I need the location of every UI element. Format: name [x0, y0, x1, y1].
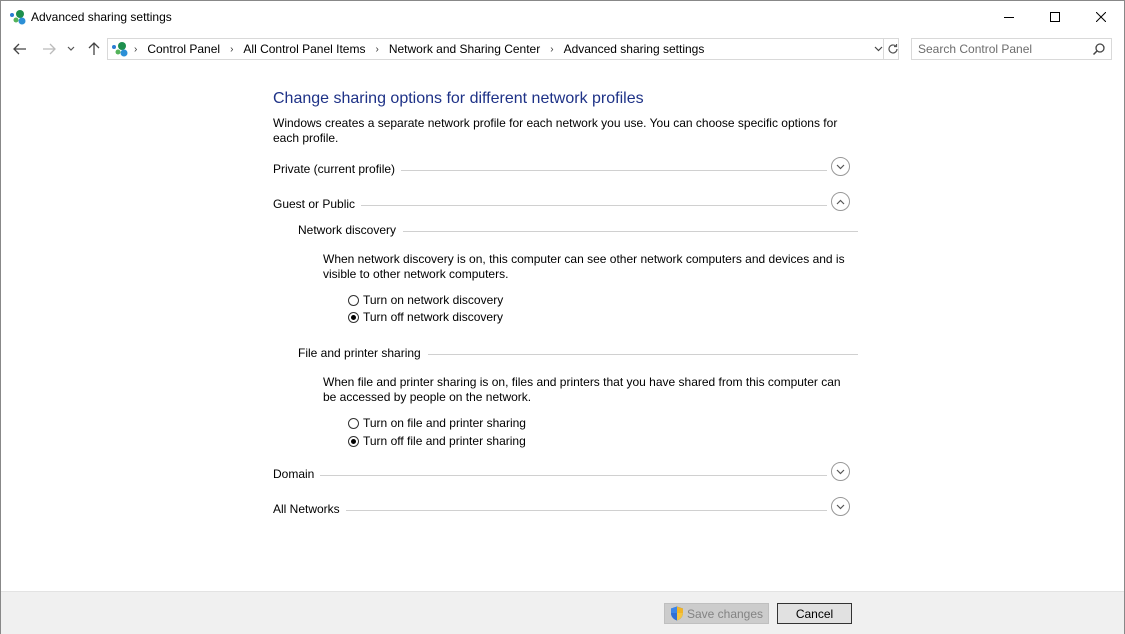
divider: [273, 475, 827, 476]
breadcrumb-control-panel[interactable]: Control Panel: [146, 42, 221, 56]
chevron-down-icon: [874, 46, 882, 52]
radio-file-sharing-off[interactable]: Turn off file and printer sharing: [348, 433, 526, 449]
breadcrumb-separator[interactable]: ›: [550, 44, 553, 55]
control-panel-icon: [112, 42, 128, 57]
footer-bar: Save changes Cancel: [1, 591, 1124, 634]
cancel-label: Cancel: [795, 606, 834, 621]
divider: [273, 510, 827, 511]
save-changes-button[interactable]: Save changes: [664, 603, 769, 624]
search-input[interactable]: [918, 41, 1088, 57]
profile-private[interactable]: Private (current profile): [273, 157, 853, 182]
radio-label[interactable]: Turn off file and printer sharing: [363, 434, 526, 448]
expand-domain-button[interactable]: [831, 462, 850, 481]
arrow-right-icon: [43, 43, 56, 55]
radio-label[interactable]: Turn on file and printer sharing: [363, 416, 526, 430]
minimize-icon: [1004, 16, 1014, 18]
recent-locations-button[interactable]: [64, 39, 78, 59]
navigation-bar: › Control Panel › All Control Panel Item…: [1, 35, 1124, 63]
breadcrumb-separator[interactable]: ›: [230, 44, 233, 55]
search-box: [911, 38, 1112, 60]
refresh-icon: [888, 44, 898, 54]
breadcrumb: › Control Panel › All Control Panel Item…: [134, 39, 705, 59]
profile-all-networks[interactable]: All Networks: [273, 497, 853, 522]
save-changes-label: Save changes: [686, 606, 764, 621]
radio-button-checked[interactable]: [348, 311, 359, 323]
file-sharing-description: When file and printer sharing is on, fil…: [323, 375, 841, 404]
chevron-down-icon: [67, 46, 75, 51]
profile-guest-public[interactable]: Guest or Public: [273, 192, 853, 217]
radio-network-discovery-on[interactable]: Turn on network discovery: [348, 292, 503, 308]
expand-private-button[interactable]: [831, 157, 850, 176]
arrow-left-icon: [13, 43, 26, 55]
file-sharing-section: File and printer sharing: [298, 346, 858, 364]
breadcrumb-separator[interactable]: ›: [134, 44, 137, 55]
address-bar[interactable]: › Control Panel › All Control Panel Item…: [107, 38, 899, 60]
chevron-down-icon: [836, 469, 845, 474]
radio-label[interactable]: Turn on network discovery: [363, 293, 503, 307]
breadcrumb-all-items[interactable]: All Control Panel Items: [242, 42, 366, 56]
forward-button[interactable]: [39, 39, 59, 59]
chevron-down-icon: [836, 164, 845, 169]
radio-file-sharing-on[interactable]: Turn on file and printer sharing: [348, 415, 526, 431]
profile-domain-label[interactable]: Domain: [273, 467, 321, 481]
shield-icon: [670, 606, 683, 621]
refresh-button[interactable]: [883, 39, 902, 59]
title-bar: Advanced sharing settings: [1, 1, 1124, 32]
breadcrumb-advanced-sharing[interactable]: Advanced sharing settings: [563, 42, 706, 56]
network-discovery-description: When network discovery is on, this compu…: [323, 252, 845, 281]
expand-all-networks-button[interactable]: [831, 497, 850, 516]
minimize-button[interactable]: [986, 1, 1032, 32]
radio-button[interactable]: [348, 294, 359, 306]
window: Advanced sharing settings › Control Pane…: [0, 0, 1125, 634]
network-icon: [10, 10, 26, 25]
profile-domain[interactable]: Domain: [273, 462, 853, 487]
cancel-button[interactable]: Cancel: [777, 603, 852, 624]
breadcrumb-network-sharing-center[interactable]: Network and Sharing Center: [388, 42, 541, 56]
profile-private-label[interactable]: Private (current profile): [273, 162, 402, 176]
collapse-guest-button[interactable]: [831, 192, 850, 211]
back-button[interactable]: [10, 39, 30, 59]
page-description: Windows creates a separate network profi…: [273, 116, 838, 145]
close-icon: [1096, 11, 1106, 22]
search-icon[interactable]: [1092, 42, 1106, 56]
network-discovery-heading: Network discovery: [298, 223, 404, 237]
radio-network-discovery-off[interactable]: Turn off network discovery: [348, 309, 503, 325]
breadcrumb-separator[interactable]: ›: [375, 44, 378, 55]
radio-button[interactable]: [348, 417, 359, 429]
close-button[interactable]: [1078, 1, 1124, 32]
network-discovery-section: Network discovery: [298, 223, 858, 241]
profile-guest-label[interactable]: Guest or Public: [273, 197, 362, 211]
window-title: Advanced sharing settings: [31, 10, 172, 24]
chevron-down-icon: [836, 504, 845, 509]
radio-label[interactable]: Turn off network discovery: [363, 310, 503, 324]
radio-button-checked[interactable]: [348, 435, 359, 447]
arrow-up-icon: [88, 42, 100, 55]
page-title: Change sharing options for different net…: [273, 90, 644, 107]
chevron-up-icon: [836, 199, 845, 204]
maximize-button[interactable]: [1032, 1, 1078, 32]
up-button[interactable]: [84, 39, 104, 59]
profile-all-label[interactable]: All Networks: [273, 502, 346, 516]
maximize-icon: [1050, 11, 1060, 22]
file-sharing-heading: File and printer sharing: [298, 346, 428, 360]
